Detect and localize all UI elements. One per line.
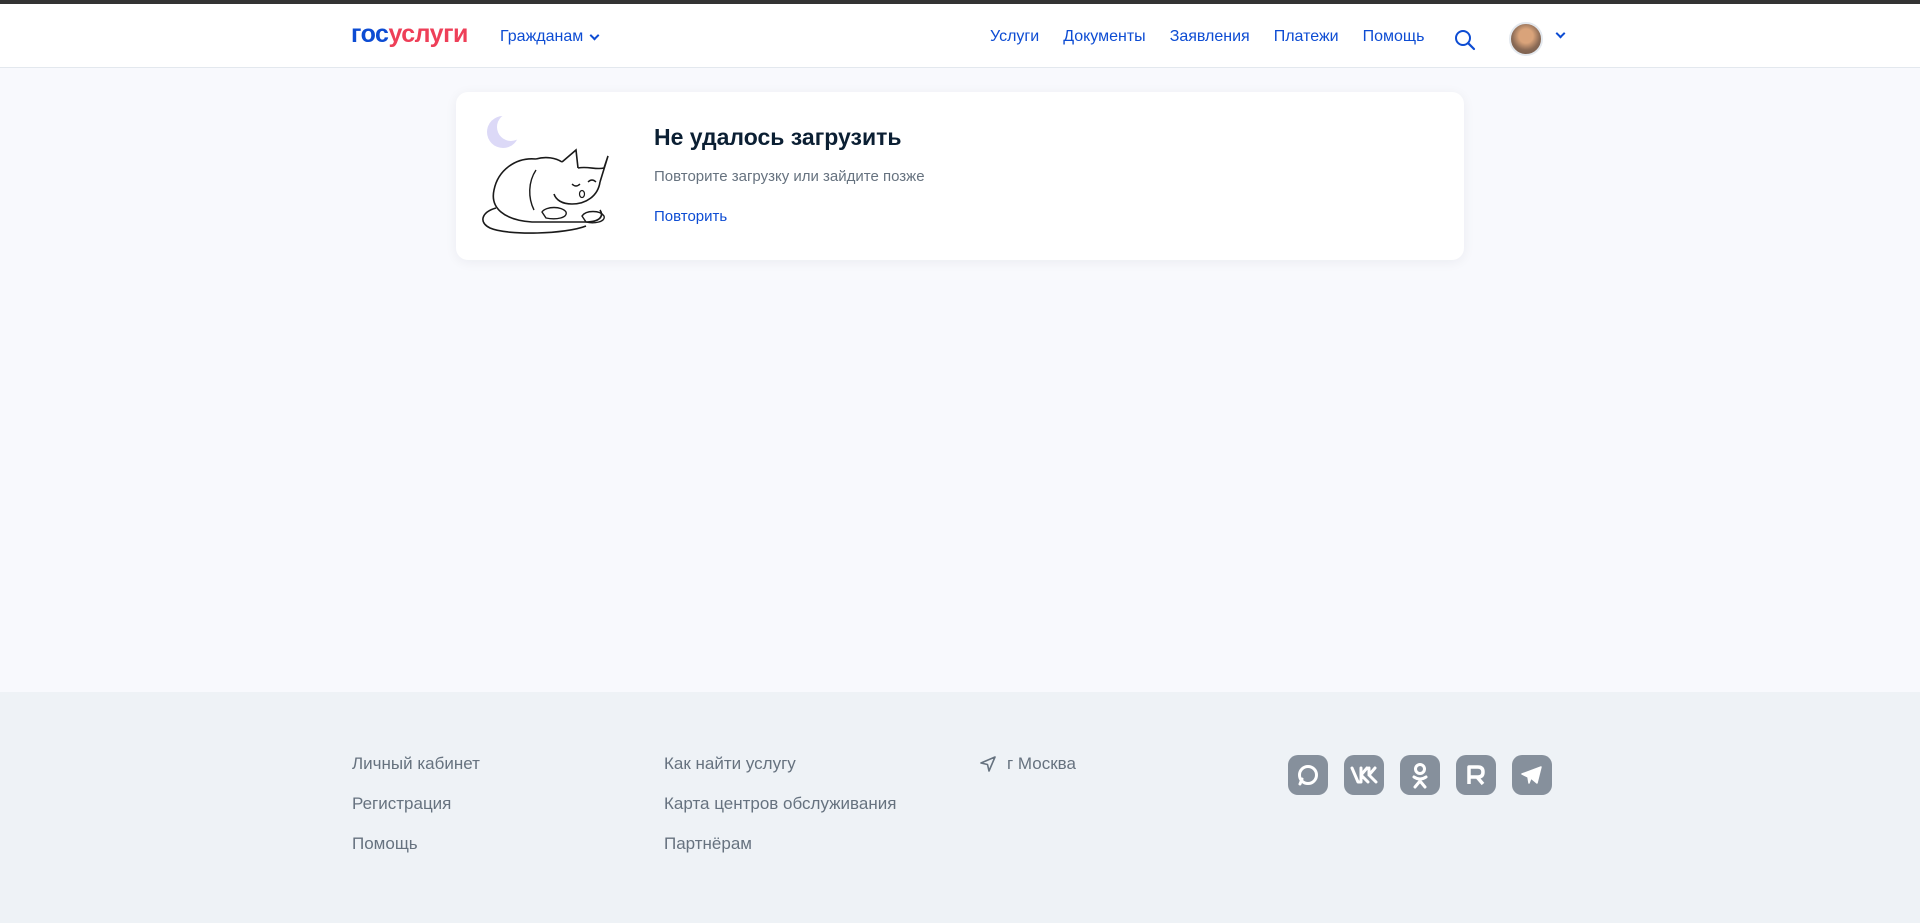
sleeping-cat-illustration <box>482 113 609 234</box>
city-name: г Москва <box>1007 754 1076 773</box>
ok-icon[interactable] <box>1400 755 1440 795</box>
error-subtitle: Повторите загрузку или зайдите позже <box>654 168 925 185</box>
footer-column-2: Как найти услугу Карта центров обслужива… <box>664 754 896 854</box>
nav-services[interactable]: Услуги <box>990 28 1039 46</box>
nav-payments[interactable]: Платежи <box>1274 28 1339 46</box>
nav-applications[interactable]: Заявления <box>1170 28 1250 46</box>
chevron-down-icon[interactable] <box>1555 28 1566 39</box>
role-dropdown-label: Гражданам <box>500 28 584 45</box>
role-dropdown[interactable]: Гражданам <box>500 28 600 46</box>
site-footer: Личный кабинет Регистрация Помощь Как на… <box>0 692 1920 923</box>
rutube-icon[interactable] <box>1456 755 1496 795</box>
error-title: Не удалось загрузить <box>654 124 902 150</box>
search-icon[interactable] <box>1453 28 1477 52</box>
error-card: Не удалось загрузить Повторите загрузку … <box>456 92 1464 260</box>
footer-link-personal-cabinet[interactable]: Личный кабинет <box>352 754 480 774</box>
max-icon[interactable] <box>1288 755 1328 795</box>
vk-icon[interactable] <box>1344 755 1384 795</box>
gosuslugi-logo[interactable]: госуслуги <box>351 20 468 49</box>
footer-link-registration[interactable]: Регистрация <box>352 794 480 814</box>
user-avatar[interactable] <box>1509 22 1543 56</box>
retry-link[interactable]: Повторить <box>654 208 727 225</box>
main-nav: Услуги Документы Заявления Платежи Помощ… <box>990 28 1448 46</box>
social-links <box>1288 755 1552 795</box>
site-header: госуслуги Гражданам Услуги Документы Зая… <box>0 4 1920 68</box>
footer-link-find-service[interactable]: Как найти услугу <box>664 754 896 774</box>
chevron-down-icon <box>589 30 600 40</box>
footer-link-partners[interactable]: Партнёрам <box>664 834 896 854</box>
footer-link-help[interactable]: Помощь <box>352 834 480 854</box>
footer-column-1: Личный кабинет Регистрация Помощь <box>352 754 480 854</box>
city-selector[interactable]: г Москва <box>979 754 1076 774</box>
nav-help[interactable]: Помощь <box>1363 28 1425 46</box>
location-arrow-icon <box>980 756 996 772</box>
nav-documents[interactable]: Документы <box>1063 28 1145 46</box>
telegram-icon[interactable] <box>1512 755 1552 795</box>
footer-link-service-centers-map[interactable]: Карта центров обслуживания <box>664 794 896 814</box>
